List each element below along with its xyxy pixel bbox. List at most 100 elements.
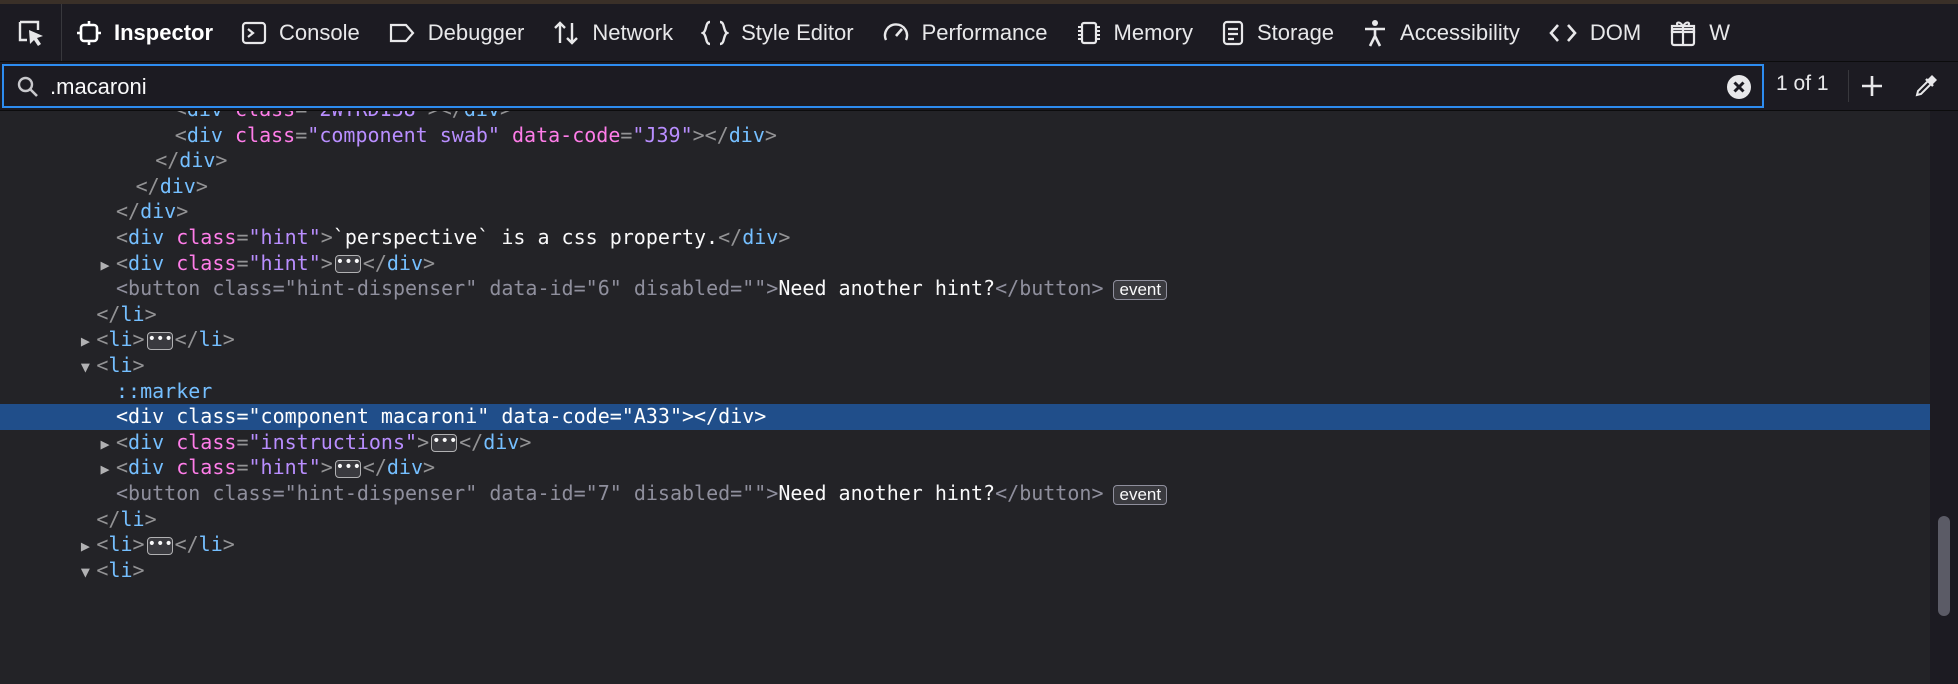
collapsed-content-button[interactable]: ••• [146, 331, 173, 350]
markup-row[interactable]: </div> [0, 148, 1930, 174]
markup-val-token: "component macaroni" [248, 404, 490, 429]
markup-row[interactable]: <div class="hint">`perspective` is a css… [0, 225, 1930, 251]
markup-row[interactable]: ▶ <div class="hint"> •••</div> [0, 251, 1930, 277]
plus-icon [1862, 76, 1882, 96]
inspector-icon [76, 20, 114, 46]
markup-row-selected[interactable]: <div class="component macaroni" data-cod… [0, 404, 1930, 430]
markup-punct-token: > [320, 455, 333, 480]
collapsed-content-button[interactable]: ••• [431, 434, 457, 453]
markup-view[interactable]: <div class="2WTRD138"></div><div class="… [0, 111, 1930, 684]
markup-txt-token [477, 481, 489, 505]
markup-punct-token: = [236, 225, 249, 249]
collapse-arrow-icon[interactable]: ▼ [74, 355, 96, 381]
tab-dom[interactable]: DOM [1534, 4, 1655, 61]
collapsed-content-button[interactable]: ••• [334, 255, 361, 274]
tab-style-editor[interactable]: Style Editor [687, 4, 868, 61]
markup-val-token: "hint-dispenser" [284, 276, 478, 301]
expand-arrow-icon[interactable]: ▶ [94, 253, 116, 279]
markup-row[interactable]: ▶ <div class="hint"> •••</div> [0, 455, 1930, 481]
markup-val-token: "hint" [248, 225, 321, 249]
scrollbar-thumb[interactable] [1938, 516, 1950, 616]
markup-txt-token [200, 276, 212, 300]
markup-txt-token [200, 481, 212, 505]
tab-w[interactable]: W [1655, 4, 1744, 61]
markup-punct-token: < [96, 532, 109, 557]
markup-punct-token: </ [459, 429, 484, 454]
tab-label: DOM [1589, 19, 1642, 45]
markup-tag-token: div [718, 404, 755, 429]
markup-punct-token: > [1091, 276, 1104, 301]
markup-txt-token [164, 430, 176, 454]
event-badge[interactable]: event [1113, 279, 1168, 300]
markup-val-token: "hint" [248, 455, 321, 480]
markup-punct-token: </ [694, 404, 719, 429]
markup-punct-token: < [116, 429, 129, 454]
tab-debugger[interactable]: Debugger [374, 4, 539, 61]
markup-attr-token: class [235, 111, 295, 121]
markup-attr-token: class [176, 404, 237, 429]
markup-tag-token: li [120, 301, 145, 326]
event-badge[interactable]: event [1113, 484, 1168, 505]
markup-punct-token: </ [174, 532, 199, 557]
collapsed-content-button[interactable]: ••• [334, 459, 361, 478]
tab-console[interactable]: Console [227, 4, 374, 61]
eyedropper-icon [1915, 75, 1937, 97]
clear-search-icon[interactable] [1726, 74, 1752, 100]
collapsed-content-button[interactable]: ••• [146, 536, 173, 555]
accessibility-icon [1362, 19, 1400, 47]
markup-row[interactable]: </li> [0, 507, 1930, 533]
markup-tag-token: div [742, 225, 779, 249]
element-picker-icon [18, 20, 43, 46]
markup-punct-token: < [96, 557, 109, 582]
markup-row[interactable]: </div> [0, 174, 1930, 200]
markup-row[interactable]: ▼ <li> [0, 353, 1930, 379]
markup-txt-token [223, 111, 235, 121]
tab-label: Storage [1256, 19, 1335, 45]
tab-accessibility[interactable]: Accessibility [1348, 4, 1534, 61]
tab-storage[interactable]: Storage [1207, 4, 1348, 61]
markup-punct-token: > [222, 327, 235, 352]
markup-punct-token: < [174, 122, 187, 147]
markup-row[interactable]: </div> [0, 199, 1930, 225]
expand-arrow-icon[interactable]: ▶ [74, 534, 96, 560]
markup-attr-token: data-code [511, 122, 621, 147]
markup-row[interactable]: ::marker [0, 379, 1930, 405]
markup-punct-token: > [778, 225, 791, 249]
element-picker-button[interactable] [0, 4, 62, 61]
search-box [2, 64, 1764, 108]
markup-row[interactable]: ▶ <li> •••</li> [0, 327, 1930, 353]
add-node-button[interactable] [1854, 68, 1890, 104]
markup-row[interactable]: ▶ <li> •••</li> [0, 532, 1930, 558]
markup-attr-token: class [212, 481, 273, 505]
markup-punct-token: < [116, 225, 129, 249]
markup-punct-token: < [96, 353, 109, 377]
markup-val-token: "component swab" [307, 122, 500, 147]
markup-row[interactable]: <button class="hint-dispenser" data-id="… [0, 276, 1930, 302]
eyedropper-button[interactable] [1908, 68, 1944, 104]
dom-icon [1548, 20, 1590, 46]
markup-val-token: "A33" [621, 404, 682, 429]
tab-label: Performance [921, 19, 1048, 45]
markup-row[interactable]: <div class="component swab" data-code="J… [0, 123, 1930, 149]
markup-tag-token: button [1019, 481, 1092, 505]
markup-row[interactable]: ▶ <div class="instructions"> •••</div> [0, 430, 1930, 456]
markup-row[interactable]: </li> [0, 302, 1930, 328]
markup-row[interactable]: ▼ <li> [0, 558, 1930, 584]
search-input[interactable] [48, 70, 1712, 104]
expand-arrow-icon[interactable]: ▶ [94, 457, 116, 483]
markup-txt-token: Need another hint? [778, 481, 996, 505]
markup-punct-token: = [609, 404, 622, 429]
markup-attr-token: class [235, 122, 296, 147]
markup-row[interactable]: <button class="hint-dispenser" data-id="… [0, 481, 1930, 507]
markup-punct-token: </ [155, 148, 180, 173]
tab-inspector[interactable]: Inspector [62, 4, 227, 61]
tab-network[interactable]: Network [538, 4, 687, 61]
markup-scrollbar[interactable] [1930, 111, 1958, 684]
markup-row[interactable]: <div class="2WTRD138"></div> [0, 111, 1930, 123]
expand-arrow-icon[interactable]: ▶ [94, 432, 116, 458]
markup-txt-token: `perspective` is a css property. [332, 225, 719, 249]
expand-arrow-icon[interactable]: ▶ [74, 329, 96, 355]
tab-memory[interactable]: Memory [1062, 4, 1207, 61]
tab-performance[interactable]: Performance [868, 4, 1062, 61]
collapse-arrow-icon[interactable]: ▼ [74, 560, 96, 586]
